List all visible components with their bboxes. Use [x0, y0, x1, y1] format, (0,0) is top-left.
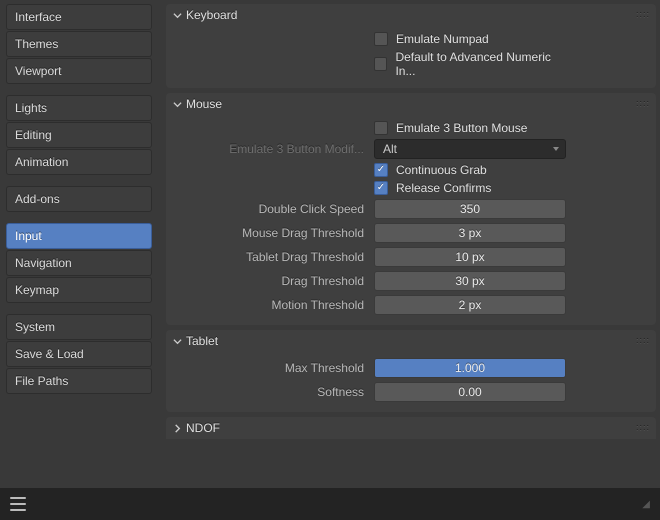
sidebar-item-file-paths[interactable]: File Paths [6, 368, 152, 394]
drag-grip-icon[interactable]: :::: [636, 423, 650, 433]
sidebar-item-interface[interactable]: Interface [6, 4, 152, 30]
sidebar-item-save-load[interactable]: Save & Load [6, 341, 152, 367]
drag-threshold-field[interactable]: 30 px [374, 271, 566, 291]
tablet-drag-threshold-field[interactable]: 10 px [374, 247, 566, 267]
mouse-drag-threshold-field[interactable]: 3 px [374, 223, 566, 243]
sidebar-item-add-ons[interactable]: Add-ons [6, 186, 152, 212]
drag-threshold-label: Drag Threshold [176, 274, 368, 288]
drag-grip-icon[interactable]: :::: [636, 10, 650, 20]
panel-header-mouse[interactable]: Mouse :::: [166, 93, 656, 115]
default-advanced-numeric-checkbox[interactable]: Default to Advanced Numeric In... [374, 50, 566, 78]
resize-corner-icon[interactable]: ◢ [642, 499, 650, 510]
preferences-sidebar: InterfaceThemesViewport LightsEditingAnim… [0, 0, 158, 488]
panel-mouse: Mouse :::: Emulate 3 Button Mouse Emulat… [166, 93, 656, 325]
tablet-drag-threshold-label: Tablet Drag Threshold [176, 250, 368, 264]
sidebar-item-input[interactable]: Input [6, 223, 152, 249]
panel-keyboard: Keyboard :::: Emulate Numpad Default to … [166, 4, 656, 88]
sidebar-item-navigation[interactable]: Navigation [6, 250, 152, 276]
motion-threshold-field[interactable]: 2 px [374, 295, 566, 315]
emulate-3-button-modifier-label: Emulate 3 Button Modif... [176, 142, 368, 156]
sidebar-item-editing[interactable]: Editing [6, 122, 152, 148]
panel-title: Mouse [186, 97, 222, 111]
panel-title: NDOF [186, 421, 220, 435]
double-click-speed-label: Double Click Speed [176, 202, 368, 216]
max-threshold-slider[interactable]: 1.000 [374, 358, 566, 378]
release-confirms-checkbox[interactable]: Release Confirms [374, 181, 566, 195]
panel-tablet: Tablet :::: Max Threshold 1.000 Softness 0… [166, 330, 656, 412]
max-threshold-label: Max Threshold [176, 361, 368, 375]
panel-header-tablet[interactable]: Tablet :::: [166, 330, 656, 352]
continuous-grab-checkbox[interactable]: Continuous Grab [374, 163, 566, 177]
mouse-drag-threshold-label: Mouse Drag Threshold [176, 226, 368, 240]
emulate-3-button-modifier-select[interactable]: Alt [374, 139, 566, 159]
emulate-numpad-checkbox[interactable]: Emulate Numpad [374, 32, 566, 46]
panel-header-keyboard[interactable]: Keyboard :::: [166, 4, 656, 26]
sidebar-item-keymap[interactable]: Keymap [6, 277, 152, 303]
footer-bar: ◢ [0, 488, 660, 520]
sidebar-item-themes[interactable]: Themes [6, 31, 152, 57]
hamburger-menu-icon[interactable] [10, 497, 26, 511]
panel-header-ndof[interactable]: NDOF :::: [166, 417, 656, 439]
chevron-down-icon [172, 99, 182, 109]
chevron-right-icon [172, 423, 182, 433]
panel-ndof: NDOF :::: [166, 417, 656, 439]
sidebar-item-system[interactable]: System [6, 314, 152, 340]
drag-grip-icon[interactable]: :::: [636, 99, 650, 109]
motion-threshold-label: Motion Threshold [176, 298, 368, 312]
chevron-down-icon [172, 10, 182, 20]
sidebar-item-lights[interactable]: Lights [6, 95, 152, 121]
panel-title: Keyboard [186, 8, 237, 22]
emulate-3-button-mouse-checkbox[interactable]: Emulate 3 Button Mouse [374, 121, 566, 135]
softness-label: Softness [176, 385, 368, 399]
softness-slider[interactable]: 0.00 [374, 382, 566, 402]
double-click-speed-field[interactable]: 350 [374, 199, 566, 219]
panel-title: Tablet [186, 334, 218, 348]
drag-grip-icon[interactable]: :::: [636, 336, 650, 346]
sidebar-item-animation[interactable]: Animation [6, 149, 152, 175]
chevron-down-icon [172, 336, 182, 346]
preferences-main: Keyboard :::: Emulate Numpad Default to … [158, 0, 660, 488]
sidebar-item-viewport[interactable]: Viewport [6, 58, 152, 84]
